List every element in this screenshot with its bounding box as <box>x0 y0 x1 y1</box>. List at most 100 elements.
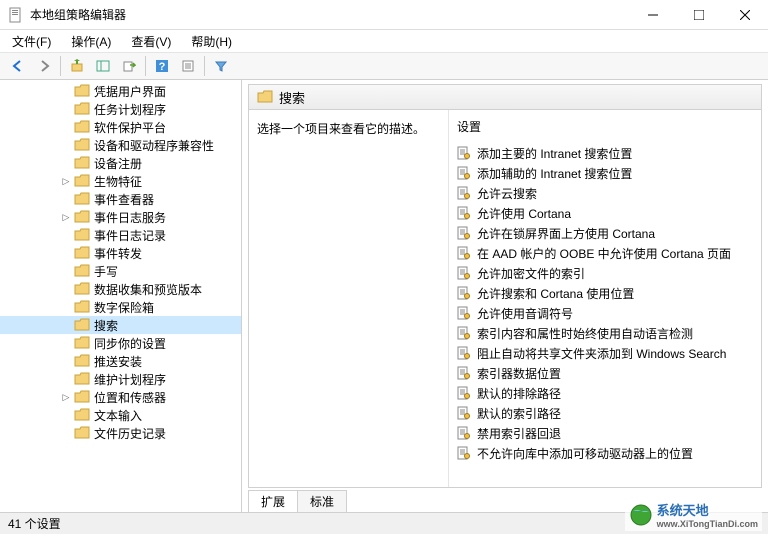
folder-icon <box>74 174 90 188</box>
minimize-button[interactable] <box>630 0 676 30</box>
policy-icon <box>457 226 471 240</box>
tree-item[interactable]: ▷生物特征 <box>0 172 241 190</box>
setting-item[interactable]: 索引内容和属性时始终使用自动语言检测 <box>449 323 761 343</box>
back-button[interactable] <box>6 55 30 77</box>
tree-item[interactable]: ▷ 事件日志服务 <box>0 208 241 226</box>
forward-button[interactable] <box>32 55 56 77</box>
folder-icon <box>257 90 273 104</box>
setting-label: 索引器数据位置 <box>477 365 561 382</box>
tree-item[interactable]: ▷事件转发 <box>0 244 241 262</box>
tree-item[interactable]: ▷设备和驱动程序兼容性 <box>0 136 241 154</box>
setting-item[interactable]: 允许使用 Cortana <box>449 203 761 223</box>
settings-header: 设置 <box>449 114 761 143</box>
tree-item[interactable]: ▷文件历史记录 <box>0 424 241 442</box>
folder-icon <box>74 264 90 278</box>
expand-icon[interactable]: ▷ <box>60 211 72 223</box>
folder-icon <box>74 390 90 404</box>
setting-item[interactable]: 默认的排除路径 <box>449 383 761 403</box>
setting-item[interactable]: 允许搜索和 Cortana 使用位置 <box>449 283 761 303</box>
tree-item-label: 设备注册 <box>94 155 142 172</box>
help-button[interactable]: ? <box>150 55 174 77</box>
expand-icon[interactable]: ▷ <box>60 175 72 187</box>
up-button[interactable] <box>65 55 89 77</box>
folder-icon <box>74 102 90 116</box>
tree-pane[interactable]: ▷凭据用户界面▷任务计划程序▷软件保护平台▷设备和驱动程序兼容性▷设备注册▷生物… <box>0 80 242 512</box>
content: ▷凭据用户界面▷任务计划程序▷软件保护平台▷设备和驱动程序兼容性▷设备注册▷生物… <box>0 80 768 512</box>
policy-icon <box>457 266 471 280</box>
setting-item[interactable]: 不允许向库中添加可移动驱动器上的位置 <box>449 443 761 463</box>
svg-text:?: ? <box>159 61 166 73</box>
toolbar-separator <box>204 56 205 76</box>
detail-body: 选择一个项目来查看它的描述。 设置 添加主要的 Intranet 搜索位置添加辅… <box>248 110 762 488</box>
tree-item[interactable]: ▷维护计划程序 <box>0 370 241 388</box>
watermark-line1: 系统天地 <box>657 500 758 519</box>
setting-label: 允许加密文件的索引 <box>477 265 585 282</box>
expand-icon[interactable]: ▷ <box>60 391 72 403</box>
status-text: 41 个设置 <box>8 515 61 532</box>
tree-item[interactable]: ▷数字保险箱 <box>0 298 241 316</box>
folder-icon <box>74 228 90 242</box>
folder-icon <box>74 120 90 134</box>
tree-item[interactable]: ▷设备注册 <box>0 154 241 172</box>
close-button[interactable] <box>722 0 768 30</box>
tree-item[interactable]: ▷文本输入 <box>0 406 241 424</box>
toolbar: ? <box>0 52 768 80</box>
settings-column: 设置 添加主要的 Intranet 搜索位置添加辅助的 Intranet 搜索位… <box>449 110 761 487</box>
setting-item[interactable]: 默认的索引路径 <box>449 403 761 423</box>
tree-item[interactable]: ▷推送安装 <box>0 352 241 370</box>
tree-item[interactable]: ▷数据收集和预览版本 <box>0 280 241 298</box>
titlebar: 本地组策略编辑器 <box>0 0 768 30</box>
maximize-button[interactable] <box>676 0 722 30</box>
policy-icon <box>457 306 471 320</box>
tree-item-label: 手写 <box>94 263 118 280</box>
tree-item[interactable]: ▷软件保护平台 <box>0 118 241 136</box>
tree-item-label: 事件转发 <box>94 245 142 262</box>
setting-item[interactable]: 允许云搜索 <box>449 183 761 203</box>
tree-item[interactable]: ▷事件日志记录 <box>0 226 241 244</box>
export-button[interactable] <box>117 55 141 77</box>
menu-action[interactable]: 操作(A) <box>67 31 115 52</box>
setting-label: 允许云搜索 <box>477 185 537 202</box>
tree-item[interactable]: ▷任务计划程序 <box>0 100 241 118</box>
menu-view[interactable]: 查看(V) <box>127 31 175 52</box>
setting-label: 不允许向库中添加可移动驱动器上的位置 <box>477 445 693 462</box>
setting-item[interactable]: 阻止自动将共享文件夹添加到 Windows Search <box>449 343 761 363</box>
tree-item-label: 位置和传感器 <box>94 389 166 406</box>
setting-item[interactable]: 索引器数据位置 <box>449 363 761 383</box>
setting-item[interactable]: 允许使用音调符号 <box>449 303 761 323</box>
tree-item[interactable]: ▷凭据用户界面 <box>0 82 241 100</box>
setting-item[interactable]: 允许在锁屏界面上方使用 Cortana <box>449 223 761 243</box>
list-pane: 搜索 选择一个项目来查看它的描述。 设置 添加主要的 Intranet 搜索位置… <box>242 80 768 512</box>
policy-icon <box>457 246 471 260</box>
setting-item[interactable]: 添加主要的 Intranet 搜索位置 <box>449 143 761 163</box>
policy-icon <box>457 366 471 380</box>
policy-icon <box>457 346 471 360</box>
setting-item[interactable]: 允许加密文件的索引 <box>449 263 761 283</box>
show-hide-tree-button[interactable] <box>91 55 115 77</box>
menu-file[interactable]: 文件(F) <box>8 31 55 52</box>
tab-extended[interactable]: 扩展 <box>248 490 298 512</box>
tree-item[interactable]: ▷事件查看器 <box>0 190 241 208</box>
setting-label: 阻止自动将共享文件夹添加到 Windows Search <box>477 345 726 362</box>
tab-standard[interactable]: 标准 <box>297 490 347 512</box>
window-title: 本地组策略编辑器 <box>30 6 630 23</box>
toolbar-separator <box>145 56 146 76</box>
folder-icon <box>74 282 90 296</box>
setting-item[interactable]: 禁用索引器回退 <box>449 423 761 443</box>
menubar: 文件(F) 操作(A) 查看(V) 帮助(H) <box>0 30 768 52</box>
tree-item[interactable]: ▷同步你的设置 <box>0 334 241 352</box>
filter-button[interactable] <box>209 55 233 77</box>
menu-help[interactable]: 帮助(H) <box>187 31 236 52</box>
tree-item[interactable]: ▷搜索 <box>0 316 241 334</box>
setting-item[interactable]: 添加辅助的 Intranet 搜索位置 <box>449 163 761 183</box>
folder-icon <box>74 336 90 350</box>
detail-header: 搜索 <box>248 84 762 110</box>
policy-icon <box>457 206 471 220</box>
setting-item[interactable]: 在 AAD 帐户的 OOBE 中允许使用 Cortana 页面 <box>449 243 761 263</box>
tree-item-label: 事件日志服务 <box>94 209 166 226</box>
setting-label: 禁用索引器回退 <box>477 425 561 442</box>
tree-item[interactable]: ▷手写 <box>0 262 241 280</box>
properties-button[interactable] <box>176 55 200 77</box>
policy-icon <box>457 186 471 200</box>
tree-item[interactable]: ▷ 位置和传感器 <box>0 388 241 406</box>
